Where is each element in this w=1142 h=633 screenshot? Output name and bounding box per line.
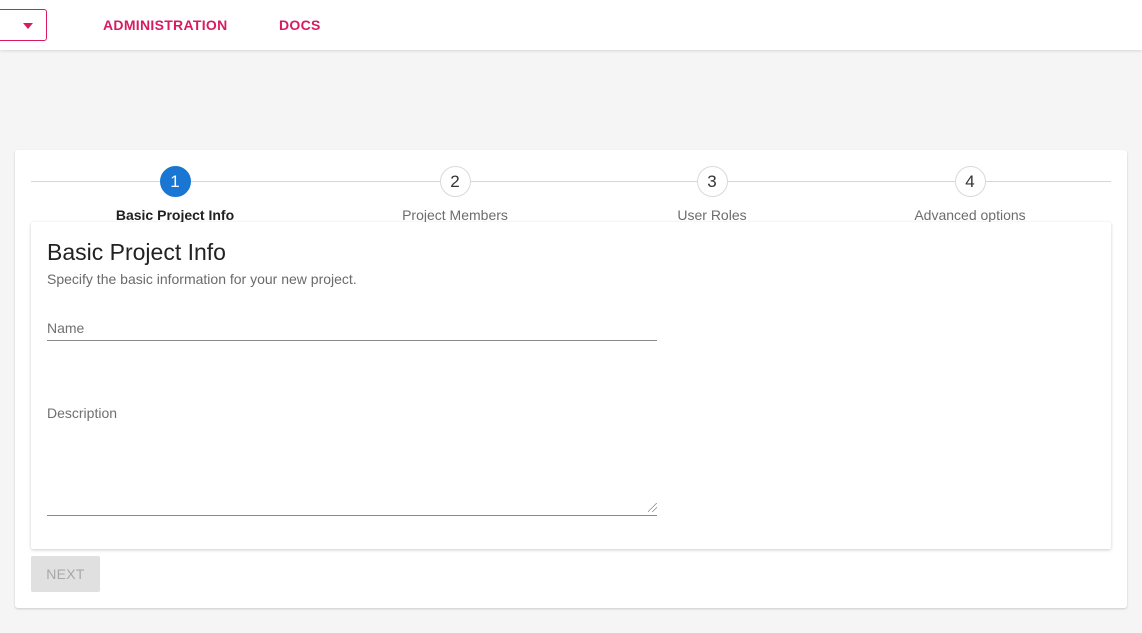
- step-label: Project Members: [402, 207, 508, 223]
- resize-handle-icon[interactable]: [648, 503, 657, 512]
- description-textarea[interactable]: [47, 422, 657, 516]
- nav-link-docs[interactable]: DOCS: [279, 17, 321, 33]
- step-number-badge: 4: [954, 166, 986, 197]
- description-field-label: Description: [47, 405, 118, 421]
- next-button[interactable]: NEXT: [31, 556, 100, 592]
- name-field-label: Name: [47, 320, 85, 336]
- name-field[interactable]: [47, 339, 657, 341]
- panel-title: Basic Project Info: [47, 239, 226, 265]
- nav-link-administration[interactable]: ADMINISTRATION: [103, 17, 228, 33]
- top-navigation-bar: ADMINISTRATION DOCS: [0, 0, 1142, 50]
- step-number-badge: 2: [439, 166, 471, 197]
- step-number-badge: 1: [159, 166, 191, 197]
- new-project-wizard-card: 1 Basic Project Info 2 Project Members 3…: [15, 150, 1127, 608]
- step-project-members[interactable]: 2 Project Members: [335, 166, 575, 223]
- step-user-roles[interactable]: 3 User Roles: [592, 166, 832, 223]
- step-advanced-options[interactable]: 4 Advanced options: [850, 166, 1090, 223]
- step-number-badge: 3: [696, 166, 728, 197]
- step-label: User Roles: [677, 207, 747, 223]
- step-basic-project-info[interactable]: 1 Basic Project Info: [55, 166, 295, 223]
- step-label: Advanced options: [914, 207, 1026, 223]
- panel-subtitle: Specify the basic information for your n…: [47, 271, 357, 287]
- step-label: Basic Project Info: [115, 207, 235, 223]
- caret-down-icon: [23, 23, 33, 29]
- basic-info-panel: Basic Project Info Specify the basic inf…: [31, 222, 1111, 549]
- project-dropdown-button[interactable]: [0, 9, 47, 41]
